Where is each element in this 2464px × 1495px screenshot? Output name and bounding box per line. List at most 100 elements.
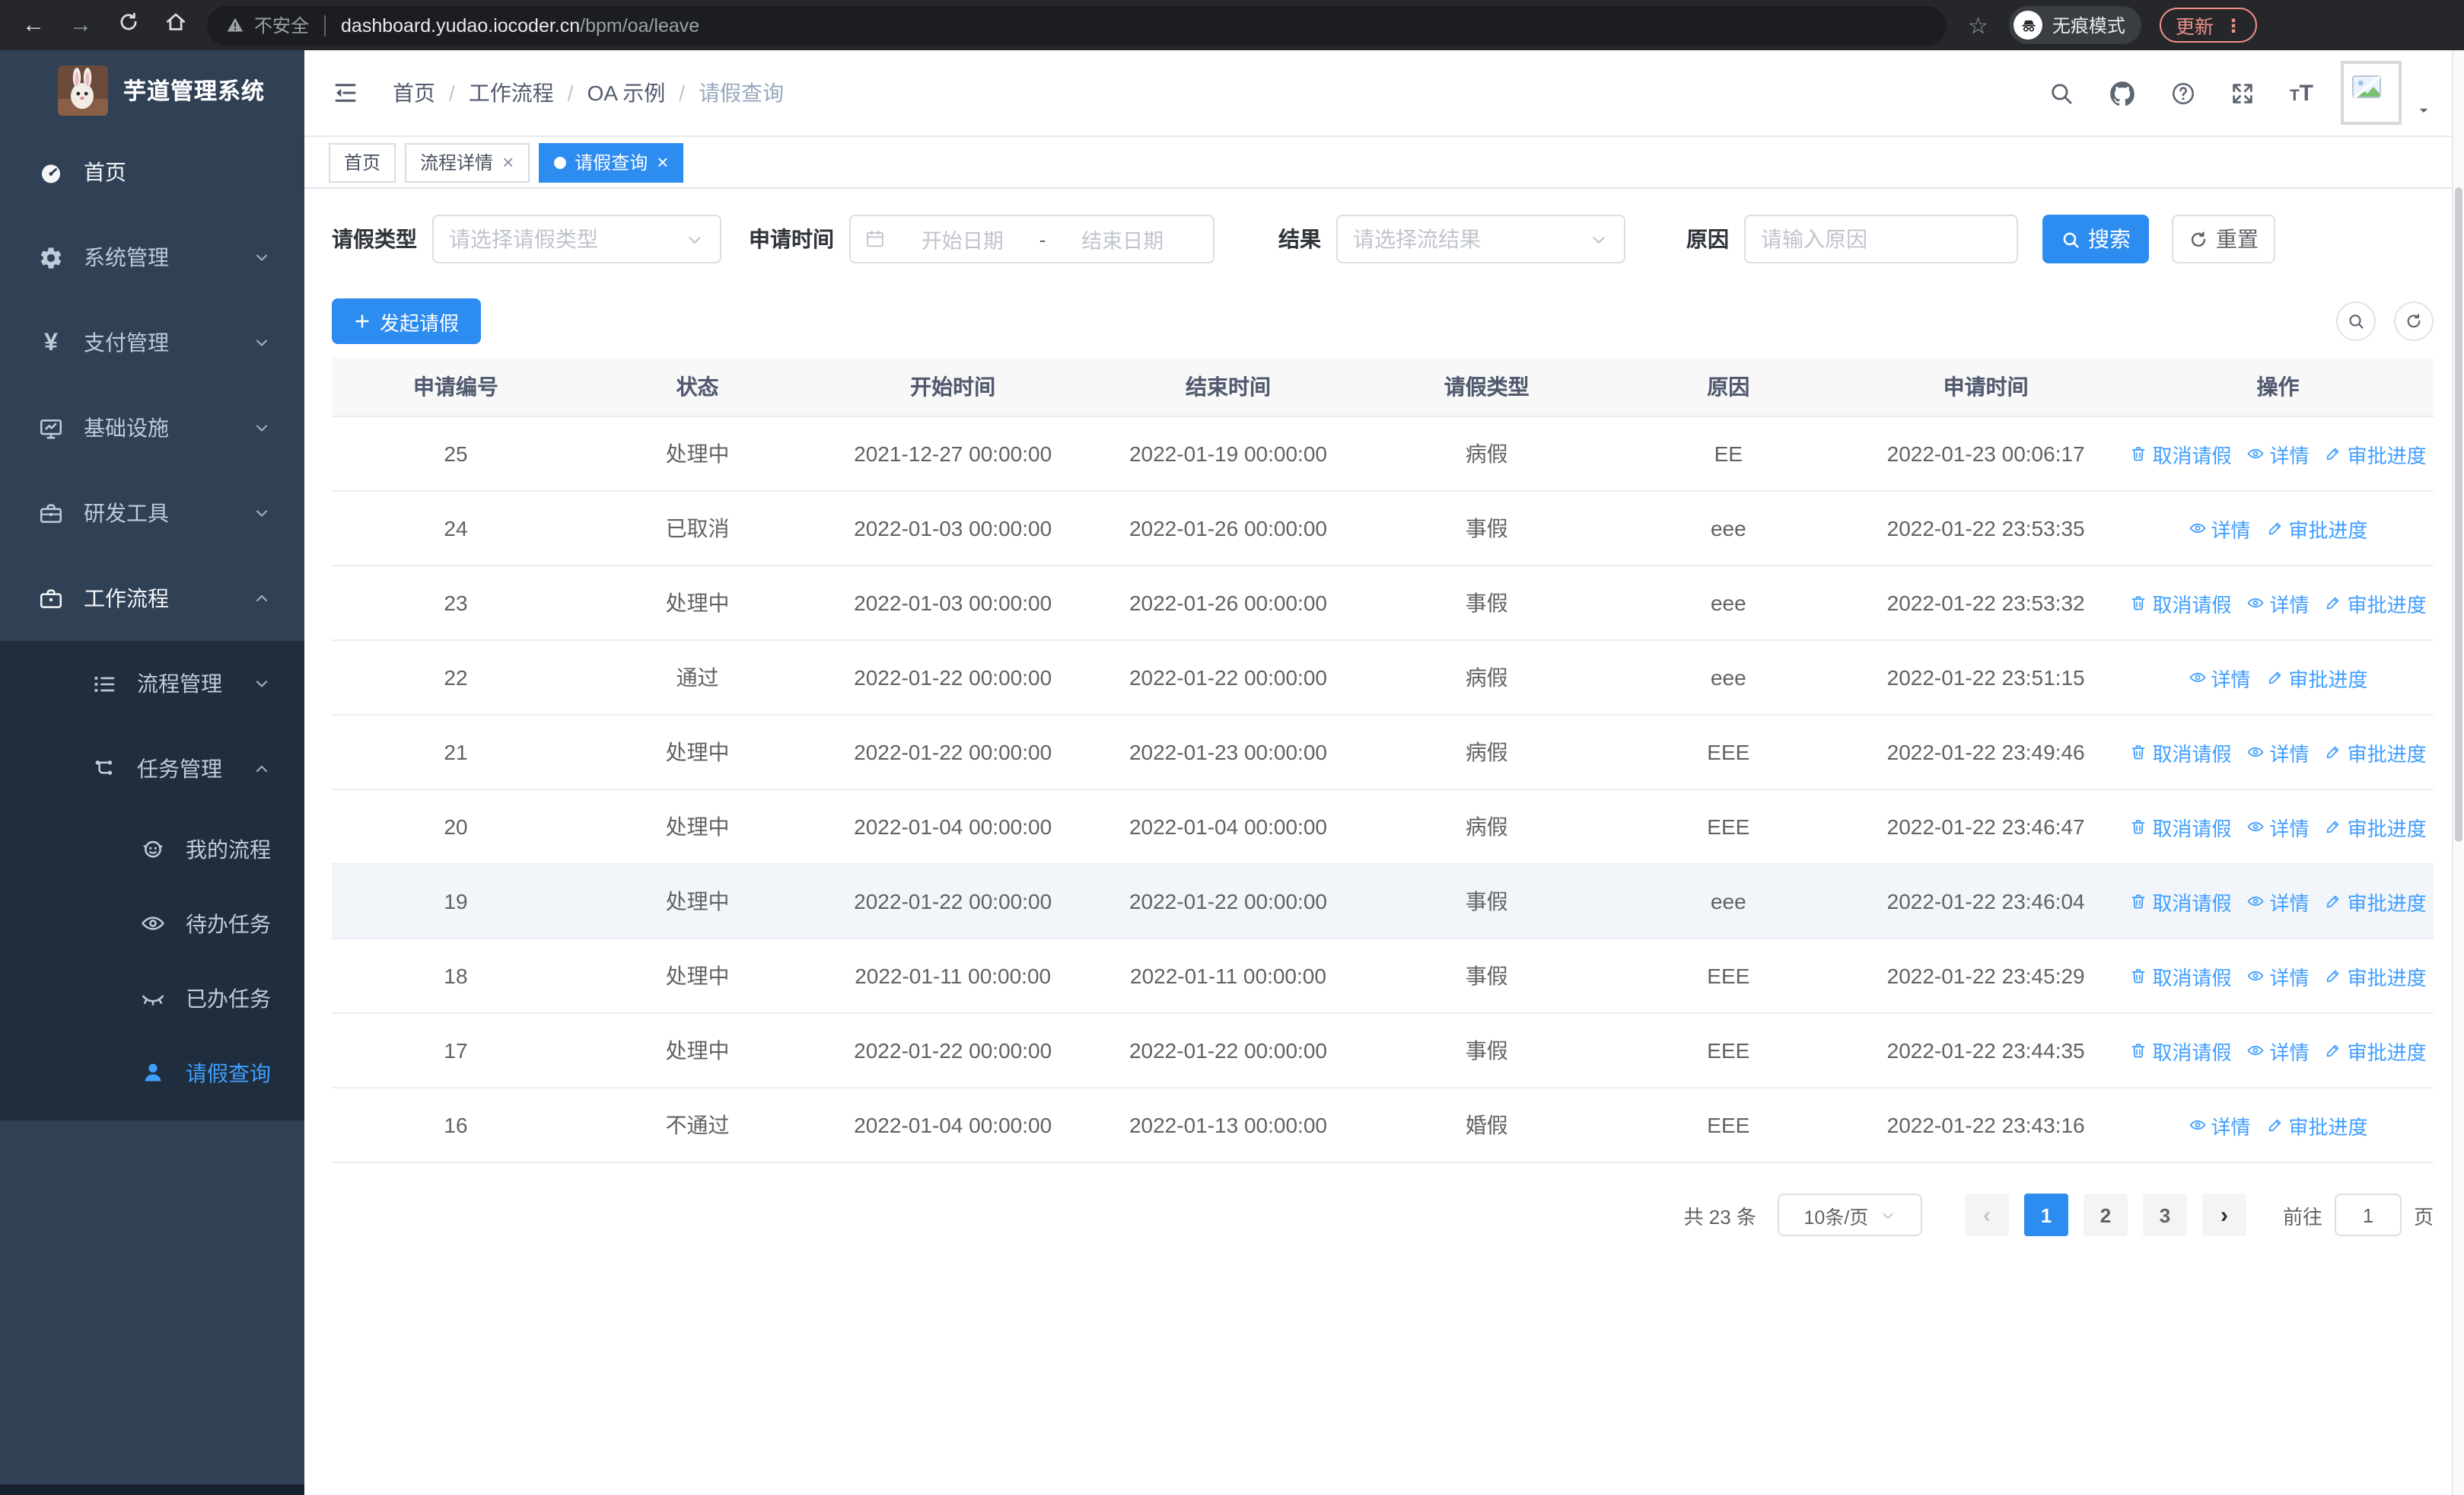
page-button-1[interactable]: 1 <box>2023 1194 2068 1236</box>
avatar-dropdown-icon[interactable] <box>2417 103 2431 116</box>
detail-link[interactable]: 详情 <box>2247 439 2310 468</box>
goto-page-input[interactable] <box>2334 1194 2402 1236</box>
breadcrumb-item[interactable]: 首页 <box>393 78 435 108</box>
sidebar-item-首页[interactable]: 首页 <box>0 129 304 215</box>
trash-icon <box>2130 1041 2148 1060</box>
sidebar-item-任务管理[interactable]: 任务管理 <box>0 726 304 811</box>
cell-applied: 2022-01-23 00:06:17 <box>1886 441 2085 466</box>
fold-sidebar-icon[interactable] <box>332 79 359 107</box>
cancel-link[interactable]: 取消请假 <box>2130 961 2232 990</box>
prev-page-button[interactable]: ‹ <box>1964 1194 2009 1236</box>
reset-button[interactable]: 重置 <box>2172 215 2275 263</box>
breadcrumb-item[interactable]: 请假查询 <box>699 78 784 108</box>
sidebar-item-支付管理[interactable]: ¥ 支付管理 <box>0 300 304 385</box>
search-icon[interactable] <box>2049 80 2075 106</box>
detail-link[interactable]: 详情 <box>2247 812 2310 841</box>
detail-link[interactable]: 详情 <box>2247 588 2310 617</box>
cancel-link[interactable]: 取消请假 <box>2130 812 2232 841</box>
sidebar-item-基础设施[interactable]: 基础设施 <box>0 385 304 470</box>
close-tab-icon[interactable]: × <box>657 152 668 172</box>
progress-link[interactable]: 审批进度 <box>2266 663 2368 692</box>
browser-reload-icon[interactable] <box>114 11 142 40</box>
detail-link[interactable]: 详情 <box>2247 961 2310 990</box>
detail-link[interactable]: 详情 <box>2189 514 2251 543</box>
progress-link[interactable]: 审批进度 <box>2325 887 2427 916</box>
sidebar-item-流程管理[interactable]: 流程管理 <box>0 641 304 726</box>
table-row: 18 处理中 2022-01-11 00:00:00 2022-01-11 00:00… <box>332 939 2434 1014</box>
page-size-select[interactable]: 10条/页 <box>1777 1194 1922 1236</box>
tab-请假查询[interactable]: 请假查询 × <box>538 142 684 182</box>
detail-link[interactable]: 详情 <box>2189 663 2251 692</box>
cell-reason: eee <box>1710 591 1746 615</box>
progress-link[interactable]: 审批进度 <box>2325 588 2427 617</box>
detail-link[interactable]: 详情 <box>2189 1111 2251 1140</box>
column-header: 结束时间 <box>1185 375 1271 399</box>
progress-link[interactable]: 审批进度 <box>2325 961 2427 990</box>
result-select[interactable]: 请选择流结果 <box>1336 215 1625 263</box>
search-button[interactable]: 搜索 <box>2042 215 2149 263</box>
progress-link[interactable]: 审批进度 <box>2325 812 2427 841</box>
detail-link[interactable]: 详情 <box>2247 738 2310 767</box>
next-page-button[interactable]: › <box>2201 1194 2246 1236</box>
refresh-table-button[interactable] <box>2394 301 2434 341</box>
end-date-placeholder[interactable]: 结束日期 <box>1046 224 1199 254</box>
progress-link[interactable]: 审批进度 <box>2325 738 2427 767</box>
cell-reason: EEE <box>1707 964 1750 988</box>
progress-link[interactable]: 审批进度 <box>2266 1111 2368 1140</box>
url-text[interactable]: dashboard.yudao.iocoder.cn/bpm/oa/leave <box>341 14 699 36</box>
avatar[interactable] <box>2341 61 2402 125</box>
github-icon[interactable] <box>2109 78 2138 107</box>
view-icon <box>2247 594 2265 612</box>
breadcrumb-item[interactable]: OA 示例 <box>587 78 666 108</box>
browser-home-icon[interactable] <box>161 11 189 40</box>
security-label[interactable]: 不安全 <box>254 12 309 38</box>
op-label: 详情 <box>2269 742 2310 765</box>
breadcrumb-item[interactable]: 工作流程 <box>469 78 554 108</box>
tab-流程详情[interactable]: 流程详情 × <box>405 142 530 182</box>
toggle-search-button[interactable] <box>2336 301 2376 341</box>
sidebar-item-系统管理[interactable]: 系统管理 <box>0 215 304 300</box>
bookmark-star-icon[interactable]: ☆ <box>1968 11 1988 39</box>
sidebar-item-已办任务[interactable]: 已办任务 <box>0 961 304 1035</box>
start-date-placeholder[interactable]: 开始日期 <box>886 224 1039 254</box>
detail-link[interactable]: 详情 <box>2247 887 2310 916</box>
page-button-2[interactable]: 2 <box>2083 1194 2128 1236</box>
sidebar-item-研发工具[interactable]: 研发工具 <box>0 470 304 556</box>
progress-link[interactable]: 审批进度 <box>2266 514 2368 543</box>
op-label: 详情 <box>2269 966 2310 989</box>
close-tab-icon[interactable]: × <box>502 152 514 172</box>
op-label: 审批进度 <box>2347 891 2427 914</box>
reason-input[interactable] <box>1744 215 2018 263</box>
cancel-link[interactable]: 取消请假 <box>2130 1036 2232 1065</box>
create-leave-button[interactable]: 发起请假 <box>332 298 481 344</box>
sidebar-item-待办任务[interactable]: 待办任务 <box>0 886 304 961</box>
total-count-label: 共 23 条 <box>1683 1205 1756 1228</box>
scrollbar[interactable] <box>2452 50 2464 1495</box>
sidebar-item-我的流程[interactable]: 我的流程 <box>0 811 304 886</box>
cancel-link[interactable]: 取消请假 <box>2130 588 2232 617</box>
fullscreen-icon[interactable] <box>2230 80 2256 106</box>
op-label: 审批进度 <box>2347 593 2427 616</box>
detail-link[interactable]: 详情 <box>2247 1036 2310 1065</box>
browser-forward-icon[interactable]: → <box>67 12 94 38</box>
progress-link[interactable]: 审批进度 <box>2325 1036 2427 1065</box>
sidebar-item-工作流程[interactable]: 工作流程 <box>0 556 304 641</box>
browser-back-icon[interactable]: ← <box>20 12 47 38</box>
page-button-3[interactable]: 3 <box>2142 1194 2187 1236</box>
browser-menu-icon[interactable]: ⋮ <box>2224 14 2243 36</box>
scrollbar-thumb[interactable] <box>2455 187 2462 842</box>
font-size-icon[interactable]: TT <box>2290 81 2313 104</box>
leave-type-placeholder: 请选择请假类型 <box>449 227 598 251</box>
cancel-link[interactable]: 取消请假 <box>2130 738 2232 767</box>
cancel-link[interactable]: 取消请假 <box>2130 439 2232 468</box>
cancel-link[interactable]: 取消请假 <box>2130 887 2232 916</box>
sidebar-item-请假查询[interactable]: 请假查询 <box>0 1035 304 1110</box>
help-icon[interactable] <box>2171 80 2197 106</box>
address-bar[interactable]: 不安全 dashboard.yudao.iocoder.cn/bpm/oa/le… <box>207 5 1947 45</box>
tab-首页[interactable]: 首页 <box>329 142 396 182</box>
apply-time-range-picker[interactable]: 开始日期 - 结束日期 <box>849 215 1214 263</box>
menu-label: 我的流程 <box>186 837 271 861</box>
progress-link[interactable]: 审批进度 <box>2325 439 2427 468</box>
leave-type-select[interactable]: 请选择请假类型 <box>432 215 721 263</box>
browser-update-button[interactable]: 更新 ⋮ <box>2160 8 2258 43</box>
